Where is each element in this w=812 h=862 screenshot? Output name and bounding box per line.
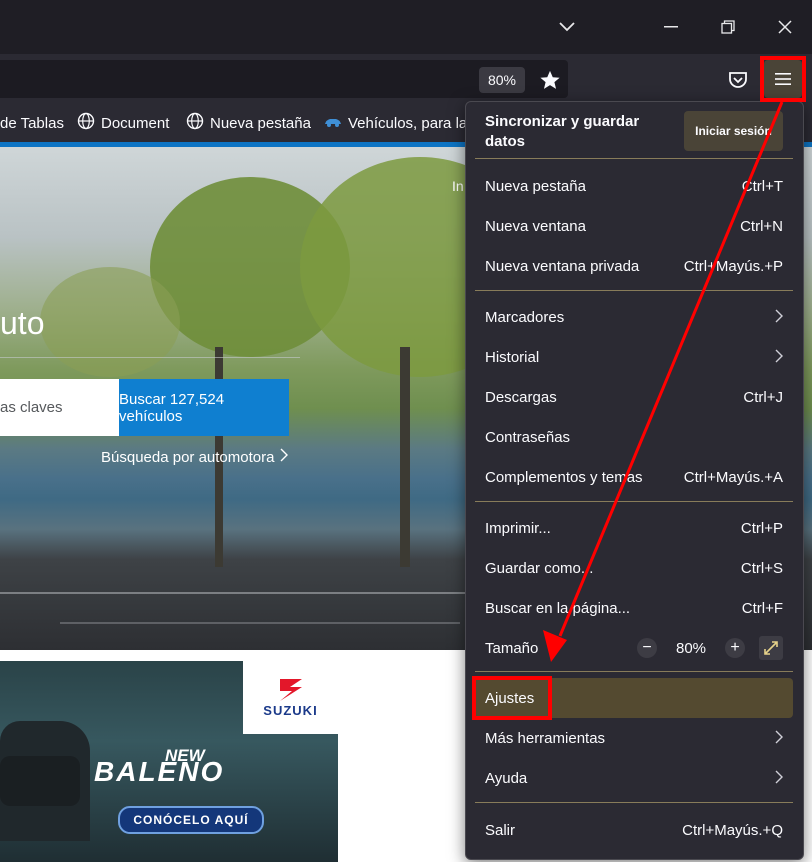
annotation-arrow xyxy=(543,101,784,662)
